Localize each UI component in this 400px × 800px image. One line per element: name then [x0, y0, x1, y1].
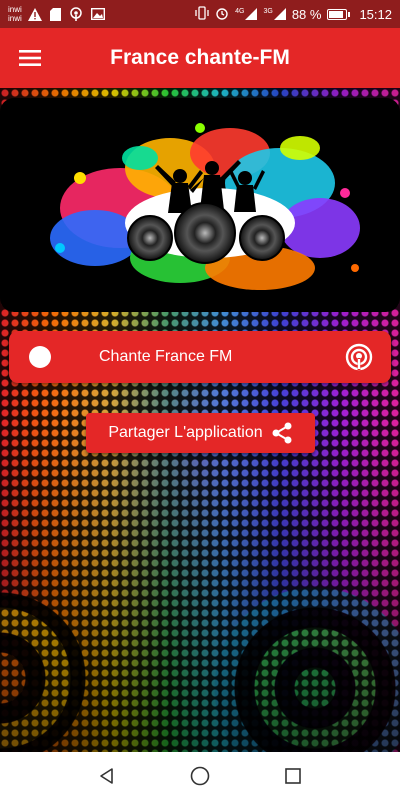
back-button[interactable]: [87, 756, 127, 796]
battery-fill: [329, 10, 343, 18]
battery-percent: 88 %: [291, 6, 322, 22]
share-button-label: Partager L'application: [108, 424, 263, 441]
podcast-icon: [69, 7, 83, 21]
signal-label-1: 4G: [235, 8, 245, 15]
player-bar[interactable]: Chante France FM: [9, 331, 391, 383]
warning-icon: [27, 7, 42, 21]
dancers-speakers-illustration: [50, 123, 360, 290]
banner-image: [0, 98, 400, 312]
app-title: France chante-FM: [110, 46, 290, 69]
carrier-2: inwi: [8, 14, 22, 23]
app-bar: France chante-FM: [0, 28, 400, 88]
play-toggle[interactable]: [29, 346, 51, 368]
back-icon: [99, 768, 113, 784]
status-right: 4G 3G 88 % 15:12: [195, 5, 392, 23]
recents-button[interactable]: [273, 756, 313, 796]
stream-button[interactable]: [337, 335, 381, 379]
carrier-labels: inwi inwi: [8, 5, 22, 23]
status-bar: inwi inwi 4G 3G 88 % 15:12: [0, 0, 400, 28]
podcast-icon: [345, 343, 373, 371]
signal-icon-1: 4G: [235, 8, 258, 20]
image-icon: [90, 8, 105, 20]
carrier-1: inwi: [8, 5, 22, 14]
vibrate-icon: [195, 5, 209, 23]
signal-label-2: 3G: [263, 8, 273, 15]
share-app-button[interactable]: Partager L'application: [86, 413, 315, 453]
hamburger-menu-button[interactable]: [0, 28, 60, 88]
home-button[interactable]: [180, 756, 220, 796]
station-name: Chante France FM: [99, 348, 233, 365]
hamburger-menu-icon: [19, 50, 41, 66]
battery-icon: [327, 8, 351, 20]
recents-icon: [285, 768, 302, 784]
share-icon: [272, 422, 292, 444]
clock: 15:12: [359, 6, 392, 22]
signal-icon-2: 3G: [263, 8, 286, 20]
system-nav-bar: [0, 752, 400, 800]
home-icon: [190, 766, 210, 786]
sd-card-icon: [49, 7, 61, 21]
alarm-icon: [215, 6, 229, 23]
